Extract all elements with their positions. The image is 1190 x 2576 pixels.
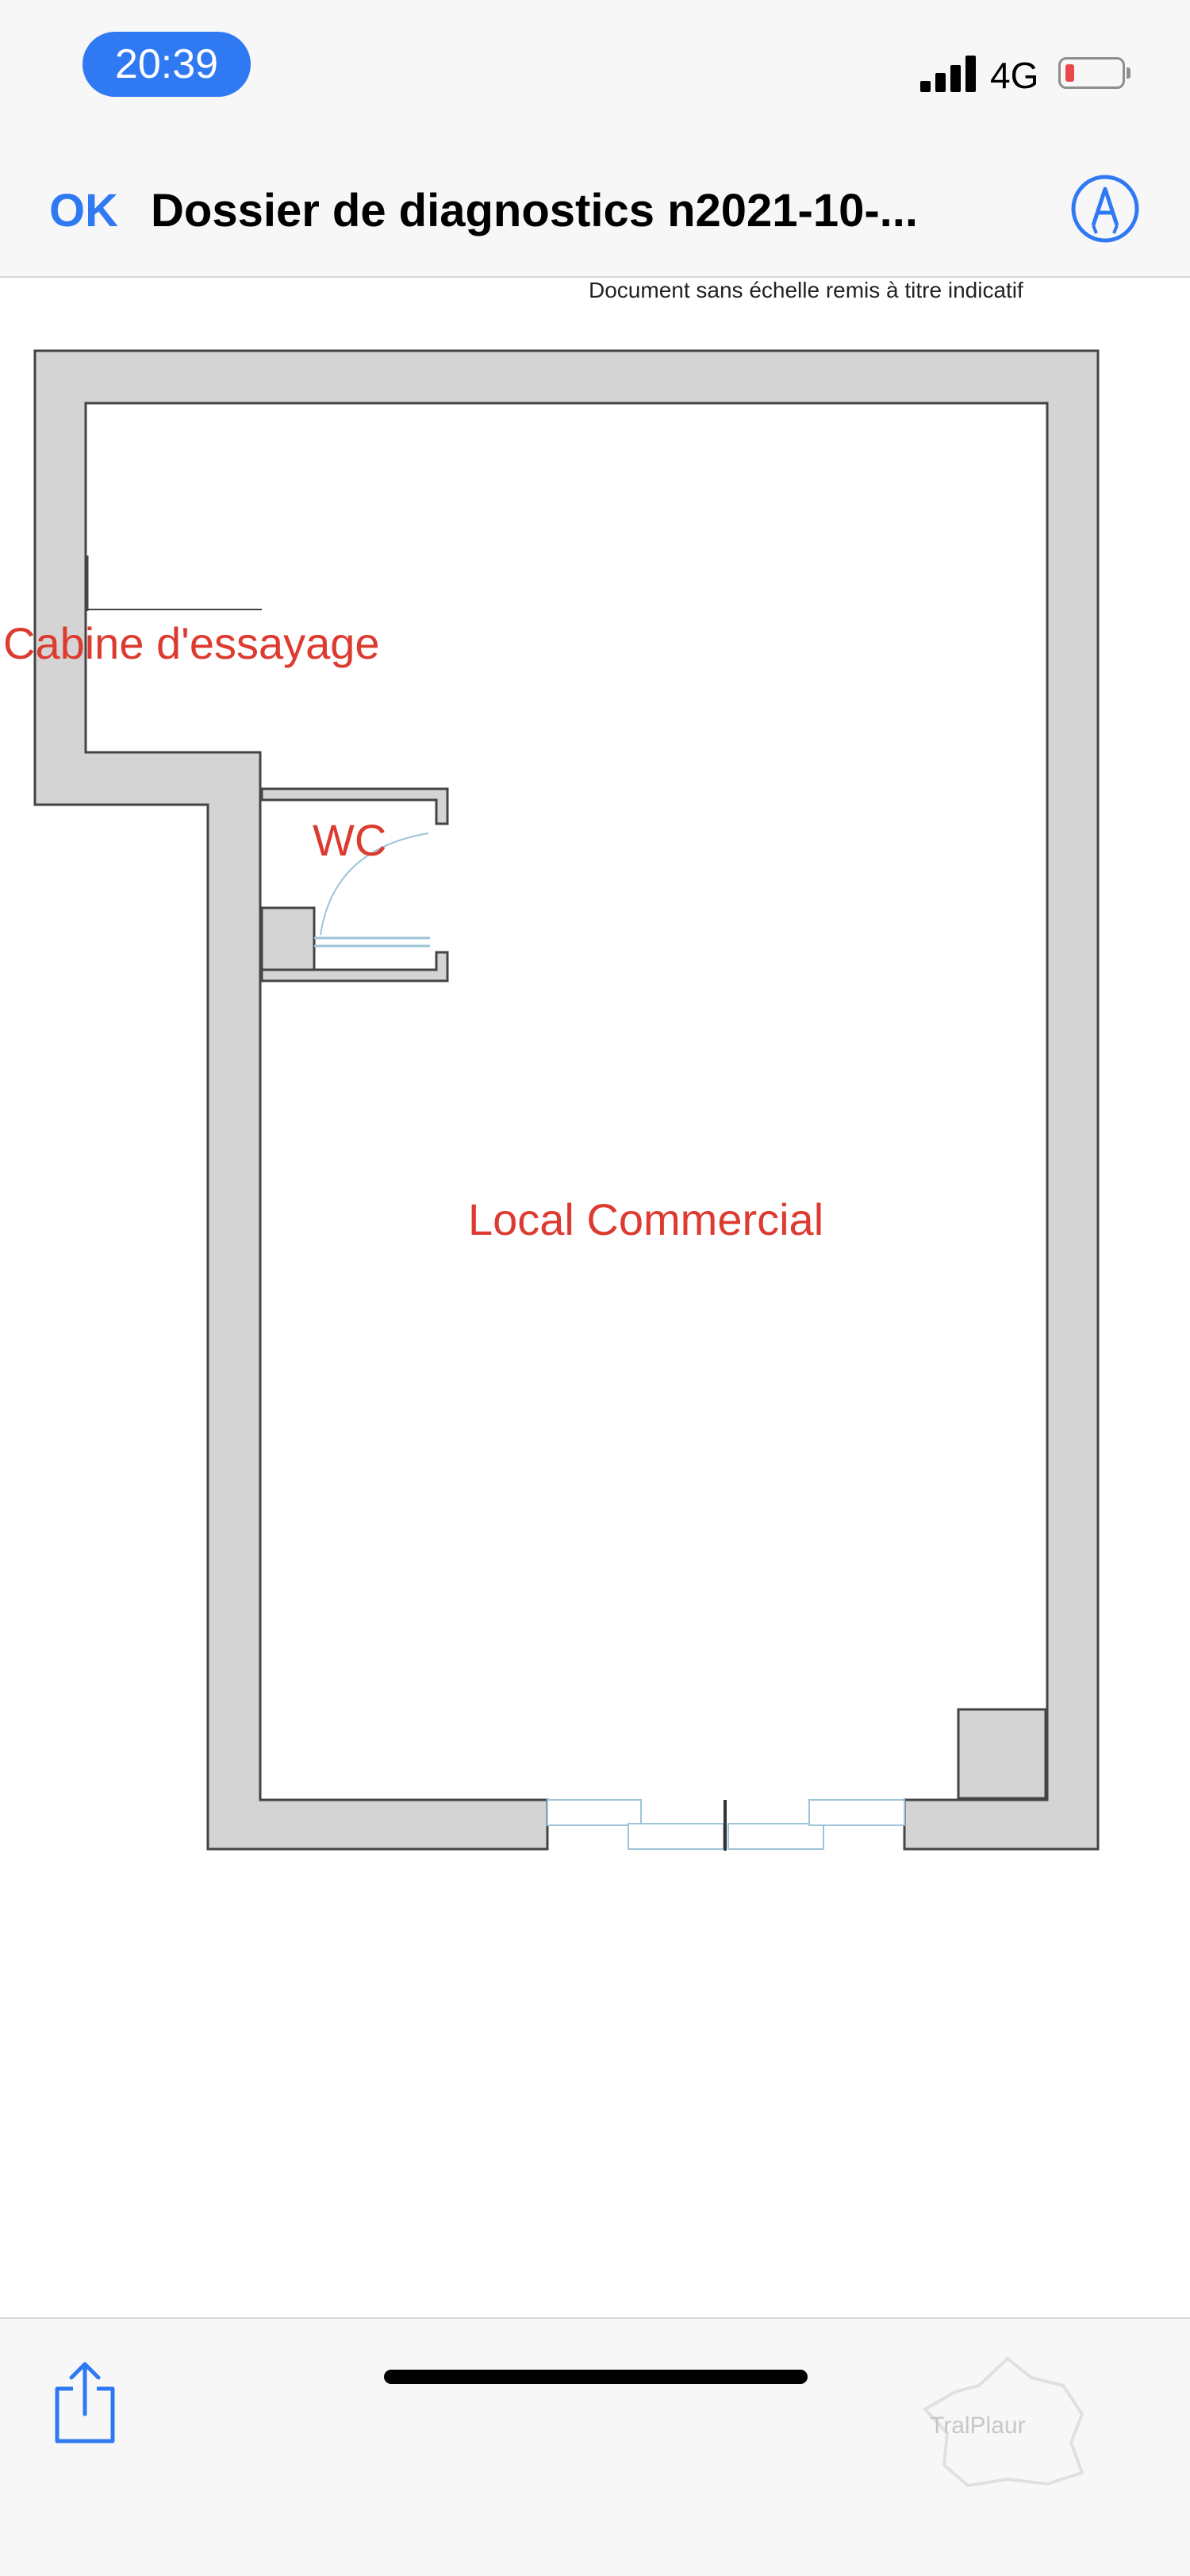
document-title: Dossier de diagnostics n2021-10-... [151,185,919,236]
battery-cap [1127,67,1130,79]
cellular-signal-icon [920,56,977,92]
exterior-walls [33,349,1100,1851]
room-label-local-commercial: Local Commercial [468,1194,824,1244]
home-indicator[interactable] [384,2370,808,2384]
entrance-door-panel [727,1823,824,1850]
room-label-cabine: Cabine d'essayage [3,618,380,668]
battery-level [1065,64,1074,82]
status-bar: 20:39 4G [0,0,1190,135]
bottom-toolbar: TralPlaur [0,2317,1190,2576]
entrance-door-panel [547,1799,642,1826]
floor-plan [33,349,1100,1851]
network-type: 4G [990,55,1039,96]
room-label-wc: WC [313,815,387,865]
navigation-bar: OK Dossier de diagnostics n2021-10-... [0,135,1190,278]
share-icon[interactable] [49,2359,121,2446]
corner-block [957,1708,1047,1800]
status-time: 20:39 [83,32,251,97]
ok-button[interactable]: OK [49,184,118,237]
watermark-text: TralPlaur [930,2413,1026,2439]
markup-pen-icon[interactable] [1069,173,1141,244]
entrance-door-panel [808,1799,905,1826]
document-view[interactable]: Document sans échelle remis à titre indi… [0,278,1190,2317]
battery-icon [1058,57,1125,89]
wc-fixture [260,906,316,971]
entrance-door-panel [628,1823,724,1850]
